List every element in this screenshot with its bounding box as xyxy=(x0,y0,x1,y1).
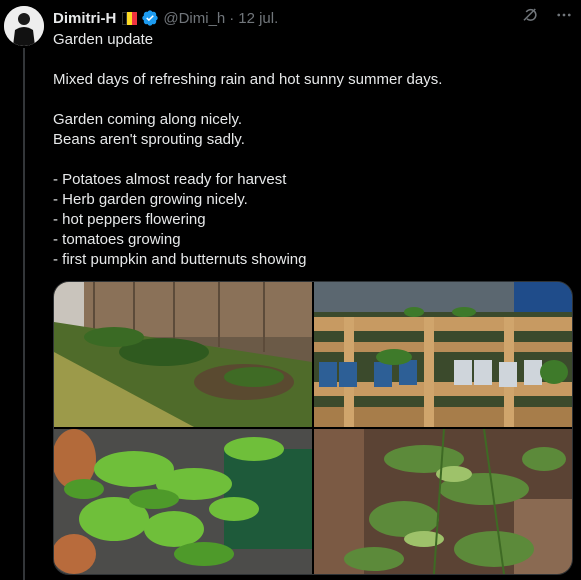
tweet-line: Beans aren't sprouting sadly. xyxy=(53,131,245,148)
tweet-text: Garden update Mixed days of refreshing r… xyxy=(53,30,563,270)
tweet-line: - Herb garden growing nicely. xyxy=(53,191,248,208)
tweet-line: Garden coming along nicely. xyxy=(53,111,242,128)
verified-badge-icon xyxy=(142,10,159,26)
tweet-line: Garden update xyxy=(53,31,154,48)
media-grid xyxy=(53,281,573,575)
tomato-plant-photo[interactable] xyxy=(314,429,572,574)
tweet-header: Dimitri-H @Dimi_h · 12 jul. xyxy=(53,8,573,28)
garden-bed-photo[interactable] xyxy=(54,282,312,427)
header-actions xyxy=(521,6,573,24)
tweet-line: - tomatoes growing xyxy=(53,231,181,248)
pepper-plant-photo[interactable] xyxy=(54,429,312,574)
more-icon[interactable] xyxy=(555,6,573,24)
tweet-line xyxy=(53,90,563,110)
display-name[interactable]: Dimitri-H xyxy=(53,10,116,27)
tweet-line: - hot peppers flowering xyxy=(53,211,206,228)
tweet-line: Mixed days of refreshing rain and hot su… xyxy=(53,71,443,88)
tweet-line xyxy=(53,50,563,70)
avatar[interactable] xyxy=(4,6,44,46)
tweet-line: - Potatoes almost ready for harvest xyxy=(53,171,287,188)
flag-icon xyxy=(122,11,138,25)
separator-dot: · xyxy=(229,9,235,27)
grok-icon[interactable] xyxy=(521,6,539,24)
pallet-herb-garden-photo[interactable] xyxy=(314,282,572,427)
handle[interactable]: @Dimi_h xyxy=(163,10,225,27)
timestamp[interactable]: 12 jul. xyxy=(238,10,278,27)
tweet-line: - first pumpkin and butternuts showing xyxy=(53,251,307,268)
flag-stripe-red xyxy=(132,11,138,25)
thread-line xyxy=(23,48,25,580)
tweet-line xyxy=(53,150,563,170)
